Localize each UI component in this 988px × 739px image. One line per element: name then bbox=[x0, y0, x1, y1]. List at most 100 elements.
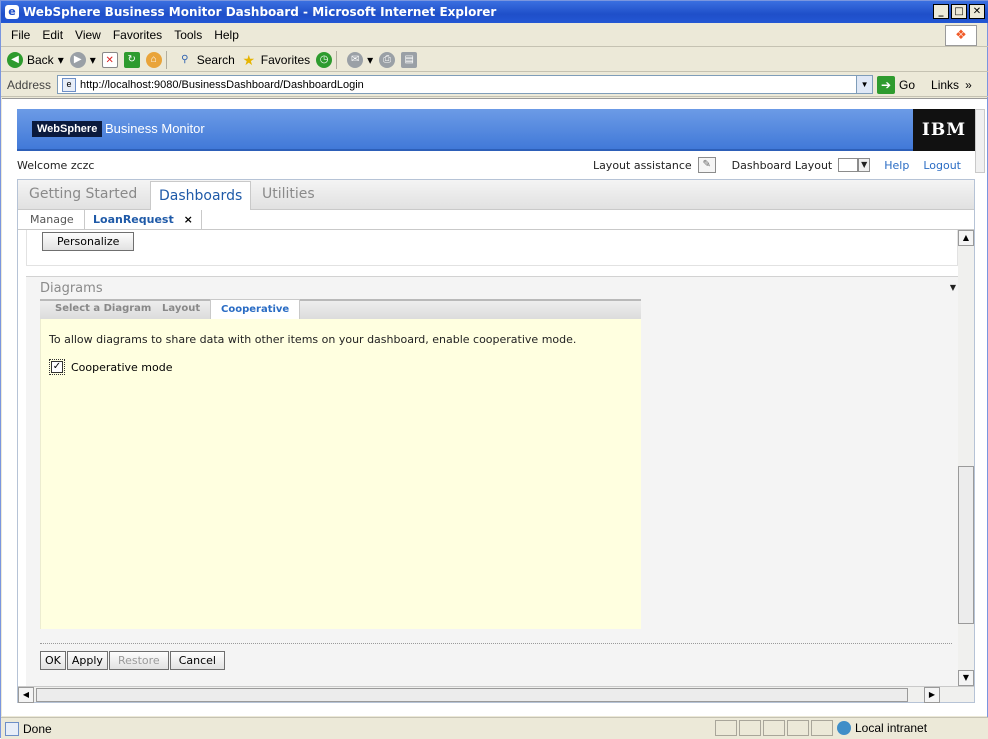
edit-icon[interactable]: ▤ bbox=[401, 51, 418, 68]
tab-getting-started[interactable]: Getting Started bbox=[29, 186, 137, 202]
toolbar-divider bbox=[165, 50, 167, 69]
browser-window: e WebSphere Business Monitor Dashboard -… bbox=[0, 0, 988, 739]
security-zone: Local intranet bbox=[837, 720, 927, 736]
address-dropdown-icon[interactable]: ▼ bbox=[856, 76, 873, 93]
status-bar: Done Local intranet bbox=[1, 717, 988, 739]
product-name: Business Monitor bbox=[105, 121, 205, 136]
header-actions: Layout assistance ✎ Dashboard Layout ▼ H… bbox=[593, 157, 961, 173]
subtab-loanrequest[interactable]: LoanRequest × bbox=[84, 210, 202, 230]
layout-preview-icon bbox=[838, 158, 859, 172]
subtab-loanrequest-label: LoanRequest bbox=[93, 213, 174, 226]
search-label: Search bbox=[196, 52, 235, 67]
action-buttons: OK Apply Restore Cancel bbox=[40, 651, 226, 670]
websphere-logo: WebSphere bbox=[32, 121, 103, 137]
cooperative-mode-option[interactable]: ✓ Cooperative mode bbox=[49, 359, 173, 375]
address-input[interactable]: e http://localhost:9080/BusinessDashboar… bbox=[57, 75, 874, 94]
address-url[interactable]: http://localhost:9080/BusinessDashboard/… bbox=[80, 79, 364, 91]
toolbar-divider bbox=[336, 50, 338, 69]
cooperative-mode-checkbox[interactable]: ✓ bbox=[49, 359, 65, 375]
layout-assistance-icon[interactable]: ✎ bbox=[697, 157, 716, 173]
forward-dropdown-icon[interactable]: ▾ bbox=[90, 53, 96, 67]
star-icon: ★ bbox=[242, 51, 256, 68]
scroll-right-icon[interactable]: ▶ bbox=[924, 687, 940, 703]
scroll-down-icon[interactable]: ▼ bbox=[958, 670, 974, 686]
content-area: Personalize Diagrams ▼ Select a Diagram … bbox=[18, 230, 958, 686]
chevron-right-icon[interactable]: » bbox=[965, 78, 972, 92]
title-bar[interactable]: e WebSphere Business Monitor Dashboard -… bbox=[1, 1, 988, 23]
mail-icon[interactable]: ✉ bbox=[347, 51, 364, 68]
page-icon: e bbox=[62, 77, 77, 92]
status-panes bbox=[715, 720, 833, 736]
cancel-button[interactable]: Cancel bbox=[169, 651, 225, 670]
menu-view[interactable]: View bbox=[75, 28, 101, 42]
tab-dashboards[interactable]: Dashboards bbox=[150, 181, 252, 211]
diagrams-title: Diagrams bbox=[40, 281, 103, 296]
minimize-button[interactable]: _ bbox=[933, 4, 949, 19]
go-label: Go bbox=[899, 77, 916, 92]
globe-icon bbox=[837, 721, 851, 735]
dashboard-layout-label: Dashboard Layout bbox=[731, 158, 833, 172]
diagram-tabs: Select a Diagram Layout Cooperative bbox=[40, 299, 641, 320]
scrollbar-thumb[interactable] bbox=[36, 688, 908, 702]
tab-layout[interactable]: Layout bbox=[162, 303, 200, 314]
apply-button[interactable]: Apply bbox=[66, 651, 108, 670]
chevron-down-icon: ▼ bbox=[858, 158, 871, 172]
personalize-button[interactable]: Personalize bbox=[42, 232, 135, 251]
page-status-icon bbox=[5, 721, 19, 736]
back-button[interactable]: ◀ Back ▾ bbox=[7, 51, 64, 68]
mail-dropdown-icon[interactable]: ▾ bbox=[367, 53, 373, 67]
go-button[interactable]: ➔ Go bbox=[877, 75, 916, 94]
menu-file[interactable]: File bbox=[11, 28, 30, 42]
menu-help[interactable]: Help bbox=[214, 28, 239, 42]
refresh-icon[interactable]: ↻ bbox=[123, 51, 140, 68]
logout-link[interactable]: Logout bbox=[923, 159, 961, 172]
dashboard-layout-select[interactable]: ▼ bbox=[838, 158, 871, 172]
diagrams-portlet: Diagrams ▼ Select a Diagram Layout Coope… bbox=[26, 276, 958, 686]
sub-tabs: Manage LoanRequest × bbox=[18, 210, 974, 230]
history-icon[interactable]: ◷ bbox=[316, 51, 333, 68]
scrollbar-thumb[interactable] bbox=[958, 466, 974, 624]
home-icon[interactable]: ⌂ bbox=[145, 51, 162, 68]
collapse-icon[interactable]: ▼ bbox=[950, 283, 956, 292]
address-label: Address bbox=[7, 77, 52, 92]
menu-bar: File Edit View Favorites Tools Help bbox=[1, 23, 988, 47]
main-tabs: Getting Started Dashboards Utilities bbox=[18, 180, 974, 211]
content-horizontal-scrollbar[interactable]: ◀ ▶ bbox=[18, 686, 974, 703]
close-button[interactable]: ✕ bbox=[969, 4, 985, 19]
layout-assistance-label: Layout assistance bbox=[592, 158, 692, 172]
stop-icon[interactable]: ✕ bbox=[101, 51, 118, 68]
links-button[interactable]: Links bbox=[931, 78, 959, 92]
page-vertical-scrollbar[interactable] bbox=[975, 109, 985, 173]
restore-button: Restore bbox=[108, 651, 169, 670]
ok-button[interactable]: OK bbox=[40, 651, 66, 670]
dashboard-frame: Getting Started Dashboards Utilities Man… bbox=[17, 179, 975, 703]
subtab-manage[interactable]: Manage bbox=[30, 213, 74, 226]
search-icon: ⚲ bbox=[181, 53, 189, 65]
personalize-section: Personalize bbox=[26, 230, 958, 266]
maximize-button[interactable]: □ bbox=[951, 4, 967, 19]
cooperative-mode-label[interactable]: Cooperative mode bbox=[71, 361, 173, 374]
menu-favorites[interactable]: Favorites bbox=[113, 28, 162, 42]
window-title: WebSphere Business Monitor Dashboard - M… bbox=[23, 5, 497, 19]
menu-edit[interactable]: Edit bbox=[42, 28, 63, 42]
address-bar: Address e http://localhost:9080/Business… bbox=[1, 73, 988, 97]
tab-utilities[interactable]: Utilities bbox=[262, 186, 315, 202]
back-label: Back bbox=[27, 52, 54, 67]
favorites-button[interactable]: ★ Favorites bbox=[241, 51, 311, 68]
search-button[interactable]: ⚲ Search bbox=[177, 52, 235, 68]
close-tab-icon[interactable]: × bbox=[184, 213, 193, 226]
tab-cooperative[interactable]: Cooperative bbox=[210, 299, 301, 320]
menu-tools[interactable]: Tools bbox=[174, 28, 202, 42]
back-dropdown-icon[interactable]: ▾ bbox=[58, 53, 64, 67]
tab-select-diagram[interactable]: Select a Diagram bbox=[55, 303, 151, 314]
print-icon[interactable]: ⎙ bbox=[379, 51, 396, 68]
back-arrow-icon: ◀ bbox=[7, 51, 23, 68]
scroll-left-icon[interactable]: ◀ bbox=[18, 687, 34, 703]
ibm-logo: IBM bbox=[913, 109, 975, 151]
content-vertical-scrollbar[interactable]: ▲ ▼ bbox=[958, 230, 974, 686]
zone-label: Local intranet bbox=[855, 721, 928, 735]
help-link[interactable]: Help bbox=[884, 159, 909, 172]
forward-button[interactable]: ▶ ▾ bbox=[69, 51, 96, 68]
welcome-text: Welcome zczc bbox=[17, 159, 95, 172]
scroll-up-icon[interactable]: ▲ bbox=[958, 230, 974, 246]
